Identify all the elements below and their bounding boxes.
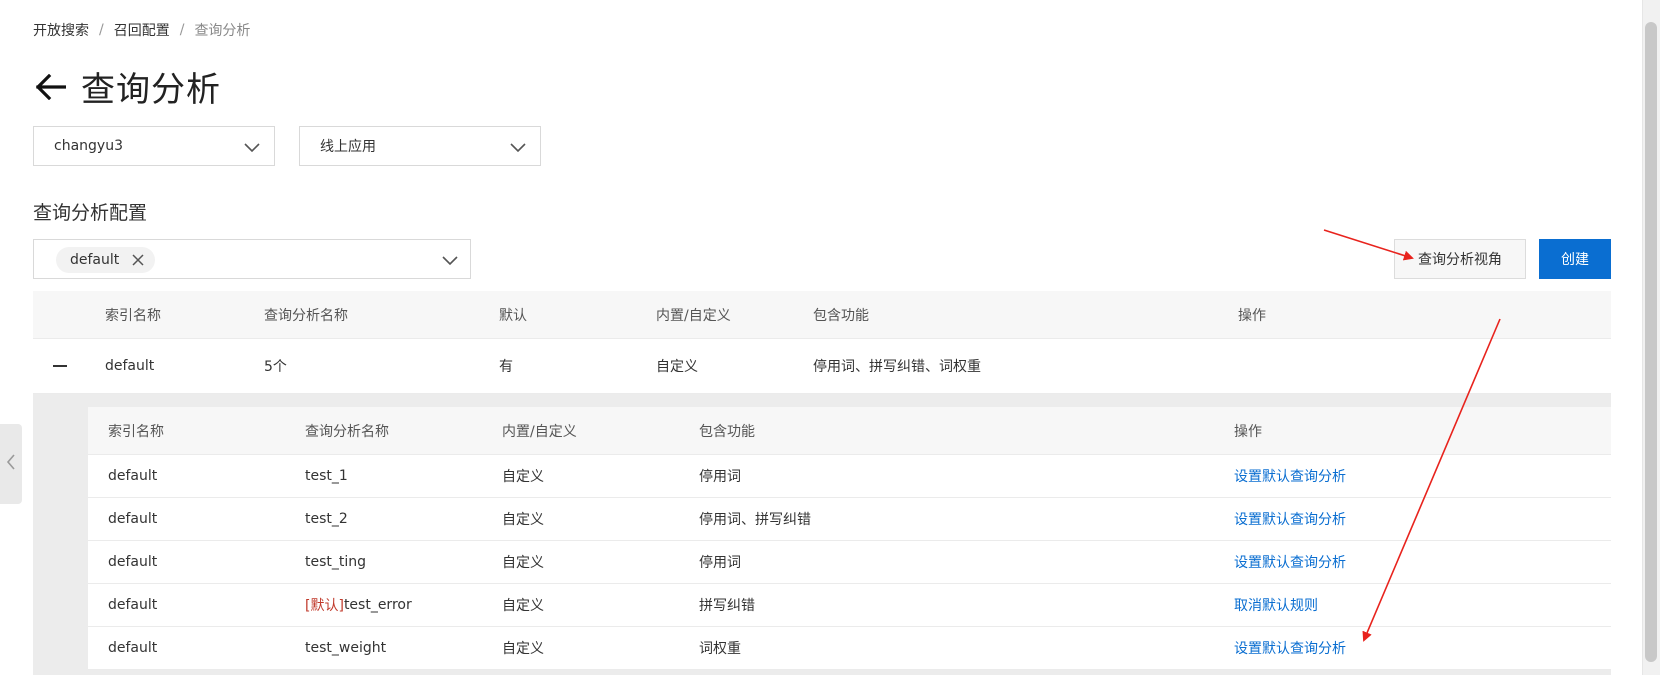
- analysis-name-text: test_weight: [305, 640, 387, 656]
- app-version-value: 线上应用: [320, 139, 376, 155]
- header-index-name: 索引名称: [108, 423, 164, 440]
- table-row: default 5个 有 自定义 停用词、拼写纠错、词权重: [33, 339, 1611, 394]
- breadcrumb-item-open-search[interactable]: 开放搜索: [33, 20, 89, 40]
- cell-features: 拼写纠错: [699, 598, 755, 614]
- cell-index-name: default: [108, 468, 158, 484]
- table-row: default test_weight 自定义 词权重 设置默认查询分析: [88, 627, 1611, 670]
- cell-type: 自定义: [502, 641, 544, 657]
- chevron-down-icon: [510, 139, 526, 155]
- cell-analysis-name: test_2: [305, 498, 348, 540]
- set-default-analysis-link[interactable]: 设置默认查询分析: [1234, 541, 1346, 583]
- header-actions: 操作: [1238, 307, 1266, 324]
- cell-type: 自定义: [656, 359, 698, 375]
- cell-type: 自定义: [502, 469, 544, 485]
- header-features: 包含功能: [699, 423, 755, 440]
- cell-features: 停用词、拼写纠错: [699, 512, 811, 528]
- default-marker: [默认]: [305, 598, 344, 614]
- inner-table: 索引名称 查询分析名称 内置/自定义 包含功能 操作 default test_…: [88, 407, 1611, 670]
- cell-index-name: default: [105, 358, 155, 374]
- table-row: default test_2 自定义 停用词、拼写纠错 设置默认查询分析: [88, 498, 1611, 541]
- cell-index-name: default: [108, 597, 158, 613]
- cell-type: 自定义: [502, 512, 544, 528]
- cell-type: 自定义: [502, 555, 544, 571]
- cell-features: 词权重: [699, 641, 741, 657]
- header-index-name: 索引名称: [105, 307, 161, 324]
- chevron-left-icon: [6, 453, 16, 475]
- chevron-down-icon: [442, 252, 458, 268]
- breadcrumb-current: 查询分析: [194, 23, 251, 39]
- cell-index-name: default: [108, 511, 158, 527]
- outer-table-header: 索引名称 查询分析名称 默认 内置/自定义 包含功能 操作: [33, 291, 1611, 339]
- header-type: 内置/自定义: [502, 423, 577, 440]
- query-perspective-button[interactable]: 查询分析视角: [1394, 239, 1526, 279]
- cell-analysis-name: test_1: [305, 455, 348, 497]
- set-default-analysis-link[interactable]: 设置默认查询分析: [1234, 498, 1346, 540]
- back-arrow-icon[interactable]: [33, 69, 69, 105]
- header-analysis-name: 查询分析名称: [264, 307, 348, 324]
- cell-features: 停用词: [699, 555, 741, 571]
- index-filter-select[interactable]: default: [33, 239, 471, 279]
- app-version-select[interactable]: 线上应用: [299, 126, 541, 166]
- filter-tag-label: default: [70, 252, 120, 268]
- cell-analysis-name: test_ting: [305, 541, 366, 583]
- chevron-down-icon: [244, 139, 260, 155]
- cancel-default-rule-link[interactable]: 取消默认规则: [1234, 584, 1318, 626]
- table-row: default test_ting 自定义 停用词 设置默认查询分析: [88, 541, 1611, 584]
- filter-tag: default: [56, 247, 156, 273]
- create-button[interactable]: 创建: [1539, 239, 1611, 279]
- breadcrumb-item-recall-config[interactable]: 召回配置: [114, 20, 170, 40]
- breadcrumb: 开放搜索 / 召回配置 / 查询分析: [33, 20, 250, 40]
- outer-table: 索引名称 查询分析名称 默认 内置/自定义 包含功能 操作 default 5个…: [33, 291, 1611, 394]
- breadcrumb-separator: /: [99, 22, 104, 38]
- table-row: default [默认] test_error 自定义 拼写纠错 取消默认规则: [88, 584, 1611, 627]
- analysis-name-text: test_1: [305, 468, 348, 484]
- close-icon[interactable]: [131, 253, 145, 267]
- header-features: 包含功能: [813, 307, 869, 324]
- header-type: 内置/自定义: [656, 307, 731, 324]
- sidebar-toggle[interactable]: [0, 424, 22, 504]
- cell-index-name: default: [108, 554, 158, 570]
- cell-features: 停用词: [699, 469, 741, 485]
- table-row: default test_1 自定义 停用词 设置默认查询分析: [88, 455, 1611, 498]
- set-default-analysis-link[interactable]: 设置默认查询分析: [1234, 455, 1346, 497]
- cell-analysis-name: [默认] test_error: [305, 584, 412, 626]
- set-default-analysis-link[interactable]: 设置默认查询分析: [1234, 627, 1346, 669]
- cell-index-name: default: [108, 640, 158, 656]
- cell-features: 停用词、拼写纠错、词权重: [813, 359, 981, 375]
- collapse-row-icon[interactable]: [53, 365, 67, 367]
- inner-table-header: 索引名称 查询分析名称 内置/自定义 包含功能 操作: [88, 407, 1611, 455]
- page-title: 查询分析: [81, 70, 221, 110]
- cell-analysis-name: test_weight: [305, 627, 386, 669]
- cell-type: 自定义: [502, 598, 544, 614]
- title-row: 查询分析: [33, 62, 221, 111]
- section-label: 查询分析配置: [33, 202, 148, 224]
- cell-analysis-count: 5个: [264, 359, 287, 375]
- header-default: 默认: [499, 307, 527, 324]
- scrollbar-thumb[interactable]: [1645, 22, 1657, 662]
- breadcrumb-separator: /: [179, 22, 185, 38]
- header-analysis-name: 查询分析名称: [305, 423, 389, 440]
- analysis-name-text: test_2: [305, 511, 348, 527]
- analysis-name-text: test_error: [343, 597, 412, 613]
- app-name-select[interactable]: changyu3: [33, 126, 275, 166]
- scrollbar[interactable]: [1642, 0, 1660, 675]
- cell-default: 有: [499, 359, 513, 375]
- app-name-value: changyu3: [54, 138, 123, 154]
- page: 开放搜索 / 召回配置 / 查询分析 查询分析 changyu3 线上应用 查询…: [0, 0, 1660, 675]
- header-actions: 操作: [1234, 423, 1262, 440]
- analysis-name-text: test_ting: [305, 554, 367, 570]
